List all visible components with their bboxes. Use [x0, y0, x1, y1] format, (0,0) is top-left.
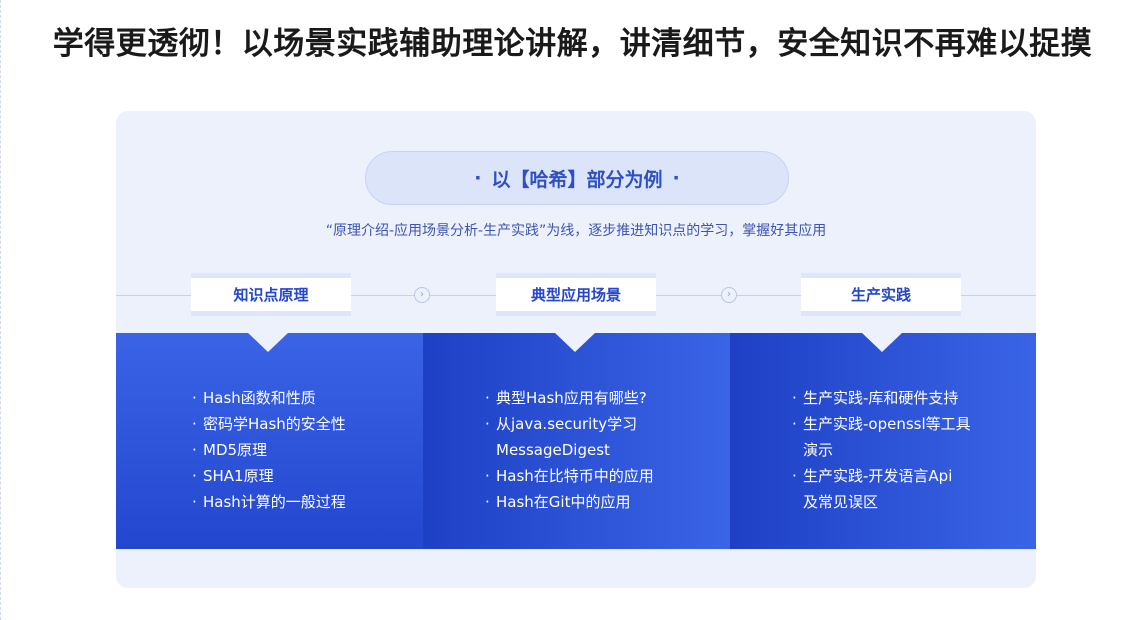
stage-tab-label: 典型应用场景 [530, 286, 621, 304]
list-item: · Hash在Git中的应用 [485, 493, 631, 511]
stage-panel-scenarios: · 典型Hash应用有哪些? · 从java.security学习 MessageD… [423, 332, 730, 549]
chevron-right-circle-icon: › [414, 287, 430, 303]
list-item: · 生产实践-openssl等工具 [792, 415, 971, 433]
page: 学得更透彻！以场景实践辅助理论讲解，讲清细节，安全知识不再难以捉摸 · 以【哈希… [0, 0, 1145, 620]
list-item: · Hash在比特币中的应用 [485, 467, 654, 485]
panel-notch [861, 332, 903, 352]
list-item-continuation: 演示 [803, 441, 834, 459]
headline: 学得更透彻！以场景实践辅助理论讲解，讲清细节，安全知识不再难以捉摸 [52, 26, 1093, 62]
chevron-right-circle-icon: › [721, 287, 737, 303]
list-item-continuation: MessageDigest [496, 441, 610, 459]
example-pill: · 以【哈希】部分为例 · [365, 151, 789, 205]
stage-tab-label: 知识点原理 [233, 286, 309, 304]
pill-dot-right: · [672, 167, 680, 189]
topic-list: · 典型Hash应用有哪些? · 从java.security学习 MessageD… [485, 385, 654, 515]
pill-label: 以【哈希】部分为例 [491, 168, 663, 191]
course-method-card: · 以【哈希】部分为例 · “原理介绍-应用场景分析-生产实践”为线，逐步推进知… [116, 111, 1036, 588]
pill-dot-left: · [474, 167, 482, 189]
list-item: · 生产实践-开发语言Api [792, 467, 953, 485]
stage-tab-practice: 生产实践 [801, 273, 961, 316]
list-item: · MD5原理 [192, 441, 268, 459]
stage-panel-practice: · 生产实践-库和硬件支持 · 生产实践-openssl等工具 演示 · 生产实践-开… [730, 332, 1036, 549]
list-item: · 密码学Hash的安全性 [192, 415, 346, 433]
list-item: · 从java.security学习 [485, 415, 638, 433]
list-item: · Hash函数和性质 [192, 389, 316, 407]
panel-notch [554, 332, 596, 352]
list-item: · 典型Hash应用有哪些? [485, 389, 647, 407]
list-item: · 生产实践-库和硬件支持 [792, 389, 959, 407]
list-item-continuation: 及常见误区 [803, 493, 879, 511]
topic-list: · Hash函数和性质 · 密码学Hash的安全性 · MD5原理 · SHA1原理 ·… [192, 385, 346, 515]
topic-list: · 生产实践-库和硬件支持 · 生产实践-openssl等工具 演示 · 生产实践-开… [792, 385, 971, 515]
subtitle: “原理介绍-应用场景分析-生产实践”为线，逐步推进知识点的学习，掌握好其应用 [325, 223, 827, 239]
stage-tab-scenarios: 典型应用场景 [496, 273, 656, 316]
stage-tab-principles: 知识点原理 [191, 273, 351, 316]
stage-tab-label: 生产实践 [850, 286, 911, 304]
stage-panel-principles: · Hash函数和性质 · 密码学Hash的安全性 · MD5原理 · SHA1原理 ·… [116, 332, 423, 549]
left-guide-line [0, 0, 1, 620]
list-item: · SHA1原理 [192, 467, 274, 485]
list-item: · Hash计算的一般过程 [192, 493, 346, 511]
panel-notch [247, 332, 289, 352]
